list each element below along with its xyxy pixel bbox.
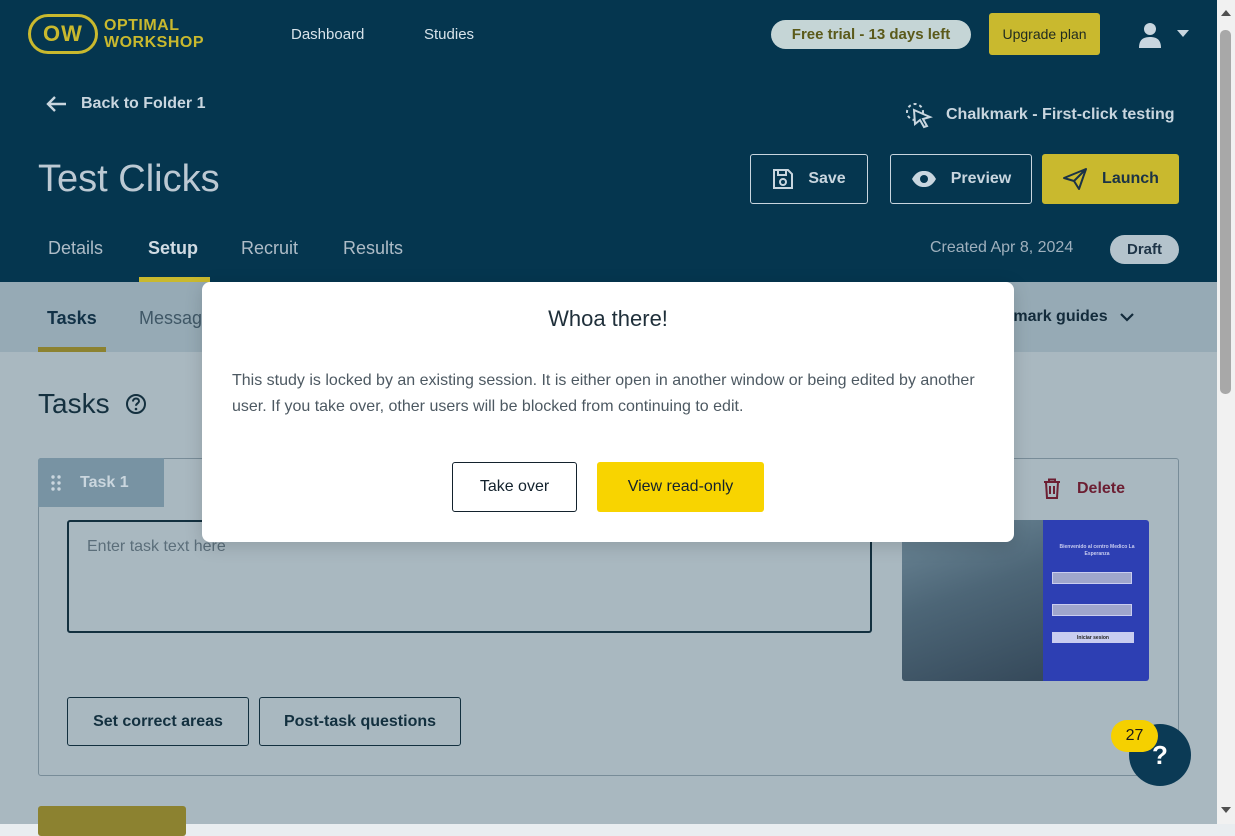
- preview-button-label: Preview: [950, 170, 1012, 187]
- back-to-folder-link[interactable]: Back to Folder 1: [45, 95, 205, 113]
- guides-label: lkmark guides: [1000, 308, 1108, 325]
- delete-task-button[interactable]: Delete: [1043, 478, 1125, 499]
- tab-setup[interactable]: Setup: [148, 238, 198, 259]
- thumbnail-password-field: [1052, 604, 1132, 616]
- thumbnail-username-field: [1052, 572, 1132, 584]
- launch-button[interactable]: Launch: [1042, 154, 1179, 204]
- add-task-button[interactable]: [38, 806, 186, 836]
- logo-line-2: WORKSHOP: [104, 34, 204, 51]
- chevron-down-icon[interactable]: [1177, 30, 1189, 38]
- tasks-heading: Tasks: [38, 388, 110, 419]
- nav-link-dashboard[interactable]: Dashboard: [291, 26, 364, 43]
- user-icon[interactable]: [1138, 22, 1162, 48]
- arrow-left-icon: [46, 96, 66, 112]
- tab-results[interactable]: Results: [343, 238, 403, 259]
- chevron-down-icon: [1119, 312, 1134, 322]
- nav-link-studies[interactable]: Studies: [424, 26, 474, 43]
- save-button-label: Save: [808, 170, 846, 187]
- save-button[interactable]: Save: [750, 154, 868, 204]
- back-link-label: Back to Folder 1: [81, 95, 206, 112]
- tab-recruit[interactable]: Recruit: [241, 238, 298, 259]
- optimal-workshop-logo[interactable]: OW OPTIMAL WORKSHOP: [28, 14, 204, 54]
- cursor-click-icon: [906, 103, 933, 129]
- study-type-text: Chalkmark - First-click testing: [946, 106, 1175, 123]
- preview-button[interactable]: Preview: [890, 154, 1032, 204]
- save-icon: [773, 169, 794, 189]
- dialog-title: Whoa there!: [548, 306, 668, 331]
- view-read-only-button[interactable]: View read-only: [597, 462, 764, 512]
- logo-wordmark: OPTIMAL WORKSHOP: [104, 17, 204, 51]
- drag-handle-icon: [51, 474, 61, 491]
- scroll-up-arrow-icon[interactable]: [1220, 9, 1232, 17]
- free-trial-badge[interactable]: Free trial - 13 days left: [771, 20, 971, 49]
- session-locked-dialog: Whoa there! This study is locked by an e…: [202, 282, 1014, 542]
- page-title: Test Clicks: [38, 158, 220, 200]
- scrollbar-thumb[interactable]: [1220, 30, 1231, 394]
- task-drag-tab[interactable]: Task 1: [38, 458, 164, 507]
- status-badge: Draft: [1110, 235, 1179, 264]
- chalkmark-guides-dropdown[interactable]: lkmark guides: [1000, 308, 1134, 326]
- hospital-room-photo: [902, 520, 1043, 681]
- set-correct-areas-button[interactable]: Set correct areas: [67, 697, 249, 746]
- task-label: Task 1: [80, 473, 129, 491]
- tab-details[interactable]: Details: [48, 238, 103, 259]
- created-date: Created Apr 8, 2024: [930, 239, 1074, 256]
- thumbnail-login-button: Iniciar sesion: [1052, 632, 1134, 643]
- question-circle-icon[interactable]: [125, 393, 147, 415]
- dialog-message: This study is locked by an existing sess…: [232, 372, 975, 415]
- trash-icon: [1044, 478, 1060, 499]
- thumbnail-title-text: Bienvenido al centro Medico La Esperanza: [1059, 544, 1135, 557]
- take-over-button[interactable]: Take over: [452, 462, 577, 512]
- help-notification-count: 27: [1111, 720, 1158, 752]
- delete-label: Delete: [1077, 479, 1126, 497]
- study-type-label: Chalkmark - First-click testing: [904, 101, 1175, 129]
- launch-button-label: Launch: [1102, 170, 1159, 187]
- task-image-thumbnail[interactable]: Bienvenido al centro Medico La Esperanza…: [902, 520, 1149, 681]
- upgrade-plan-button[interactable]: Upgrade plan: [989, 13, 1100, 55]
- post-task-questions-button[interactable]: Post-task questions: [259, 697, 461, 746]
- send-icon: [1063, 168, 1088, 190]
- logo-line-1: OPTIMAL: [104, 17, 180, 34]
- logo-mark: OW: [28, 14, 98, 54]
- scroll-down-arrow-icon[interactable]: [1220, 806, 1232, 814]
- eye-icon: [911, 171, 936, 187]
- subtab-messages[interactable]: Messag: [139, 308, 202, 329]
- subtab-tasks[interactable]: Tasks: [47, 308, 97, 329]
